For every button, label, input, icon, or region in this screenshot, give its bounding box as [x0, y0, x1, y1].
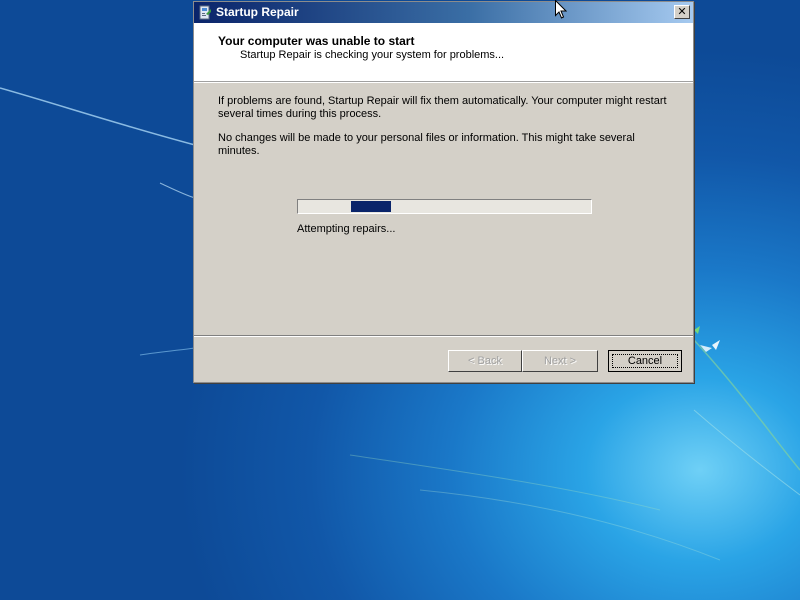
- back-button[interactable]: < Back: [448, 350, 522, 372]
- header-divider: [194, 82, 693, 83]
- next-button[interactable]: Next >: [522, 350, 598, 372]
- header-title: Your computer was unable to start: [218, 34, 415, 48]
- progress-chunk: [351, 201, 391, 212]
- header-panel: Your computer was unable to start Startu…: [194, 23, 693, 82]
- no-changes-text: No changes will be made to your personal…: [218, 132, 635, 157]
- title-bar[interactable]: Startup Repair ✕: [194, 2, 693, 23]
- cancel-button[interactable]: Cancel: [608, 350, 682, 372]
- startup-repair-icon: [199, 5, 211, 20]
- progress-bar: [297, 199, 592, 214]
- footer-divider: [194, 335, 693, 337]
- header-subtitle: Startup Repair is checking your system f…: [240, 49, 505, 61]
- window-title: Startup Repair: [216, 5, 299, 19]
- repair-info-text: If problems are found, Startup Repair wi…: [218, 95, 667, 120]
- back-button-label: < Back: [468, 355, 502, 367]
- mouse-pointer-icon: [555, 0, 567, 19]
- startup-repair-window: Startup Repair ✕ Your computer was unabl…: [193, 1, 694, 383]
- progress-status: Attempting repairs...: [297, 223, 396, 235]
- desktop-background: Startup Repair ✕ Your computer was unabl…: [0, 0, 800, 600]
- close-button[interactable]: ✕: [674, 5, 690, 19]
- close-icon: ✕: [677, 5, 687, 18]
- cancel-button-label: Cancel: [627, 355, 663, 367]
- next-button-label: Next >: [543, 355, 577, 367]
